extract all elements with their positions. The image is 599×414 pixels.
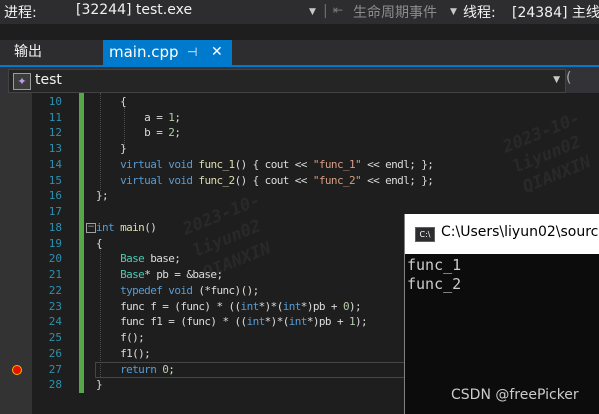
line-number: 13 xyxy=(48,142,62,155)
close-icon[interactable]: ✕ xyxy=(211,40,223,65)
navigation-bar: ✦ test ▼ ( xyxy=(0,67,599,93)
line-number: 23 xyxy=(48,300,62,313)
change-tracking-bar xyxy=(79,93,84,393)
line-number: 25 xyxy=(48,331,62,344)
thread-dropdown[interactable]: [24384] 主线 xyxy=(512,2,599,22)
lifecycle-events-button[interactable]: 生命周期事件 xyxy=(353,2,437,22)
line-number: 17 xyxy=(48,205,62,218)
line-number: 11 xyxy=(48,111,62,124)
console-title-bar[interactable]: C:\ C:\Users\liyun02\sourc xyxy=(405,214,599,254)
code-line: virtual void func_2() { cout << "func_2"… xyxy=(120,174,434,187)
line-number: 10 xyxy=(48,95,62,108)
line-number: 26 xyxy=(48,347,62,360)
line-number: 21 xyxy=(48,268,62,281)
code-line: Base* pb = &base; xyxy=(120,268,223,281)
line-number: 14 xyxy=(48,158,62,171)
tab-output[interactable]: 输出 xyxy=(14,40,42,65)
debug-location-toolbar: 进程: [32244] test.exe ▼ | ⇤ 生命周期事件 ▼ 线程: … xyxy=(0,0,599,24)
scope-name: test xyxy=(35,72,62,88)
breakpoint-icon[interactable] xyxy=(12,365,22,375)
thread-label: 线程: xyxy=(463,5,496,21)
line-number: 12 xyxy=(48,126,62,139)
code-line: { xyxy=(96,237,103,250)
class-icon: ✦ xyxy=(13,73,31,90)
code-line: Base base; xyxy=(120,252,181,265)
process-dropdown-arrow-icon[interactable]: ▼ xyxy=(309,7,316,17)
code-line: func f1 = (func) * ((int*)*(int*)pb + 1)… xyxy=(96,315,368,328)
line-number: 18 xyxy=(48,221,62,234)
code-line: b = 2; xyxy=(96,126,181,139)
console-icon: C:\ xyxy=(415,227,435,242)
line-number: 20 xyxy=(48,252,62,265)
line-number: 22 xyxy=(48,284,62,297)
lifecycle-dropdown-arrow-icon[interactable]: ▼ xyxy=(450,7,457,17)
line-number: 28 xyxy=(48,378,62,391)
separator: | xyxy=(323,3,328,19)
tab-main-cpp-label: main.cpp xyxy=(109,43,179,61)
console-output-line: func_1 xyxy=(407,256,462,274)
document-tab-bar: 输出 main.cpp ⊣ ✕ xyxy=(0,40,599,65)
code-line: virtual void func_1() { cout << "func_1"… xyxy=(120,158,434,171)
console-window[interactable]: C:\ C:\Users\liyun02\sourc func_1 func_2 xyxy=(404,214,599,414)
code-line: }; xyxy=(96,189,109,202)
pin-icon[interactable]: ⊣ xyxy=(187,40,197,65)
console-output-line: func_2 xyxy=(407,275,462,293)
tab-main-cpp[interactable]: main.cpp ⊣ ✕ xyxy=(103,40,232,65)
line-number: 16 xyxy=(48,189,62,202)
lifecycle-events-icon[interactable]: ⇤ xyxy=(333,3,343,17)
member-dropdown[interactable]: ( xyxy=(566,70,571,86)
code-line: int main() xyxy=(96,221,157,234)
code-line: } xyxy=(96,142,127,155)
line-number: 24 xyxy=(48,315,62,328)
current-line-highlight xyxy=(95,362,407,378)
console-title: C:\Users\liyun02\sourc xyxy=(441,224,599,240)
line-number: 15 xyxy=(48,174,62,187)
scope-dropdown[interactable]: ✦ test ▼ xyxy=(8,69,566,93)
code-line: a = 1; xyxy=(96,111,181,124)
collapse-icon[interactable]: − xyxy=(86,223,96,233)
code-line: func f = (func) * ((int*)*(int*)pb + 0); xyxy=(96,300,362,313)
code-line: f1(); xyxy=(96,347,151,360)
process-dropdown[interactable]: [32244] test.exe xyxy=(76,2,192,18)
chevron-down-icon[interactable]: ▼ xyxy=(553,75,560,85)
process-label: 进程: xyxy=(4,5,37,21)
line-number: 27 xyxy=(48,363,62,376)
line-number: 19 xyxy=(48,237,62,250)
code-line: { xyxy=(96,95,127,108)
code-line: typedef void (*func)(); xyxy=(120,284,259,297)
code-line: } xyxy=(96,378,103,391)
watermark-credit: CSDN @freePicker xyxy=(451,387,579,403)
code-line: f(); xyxy=(96,331,145,344)
